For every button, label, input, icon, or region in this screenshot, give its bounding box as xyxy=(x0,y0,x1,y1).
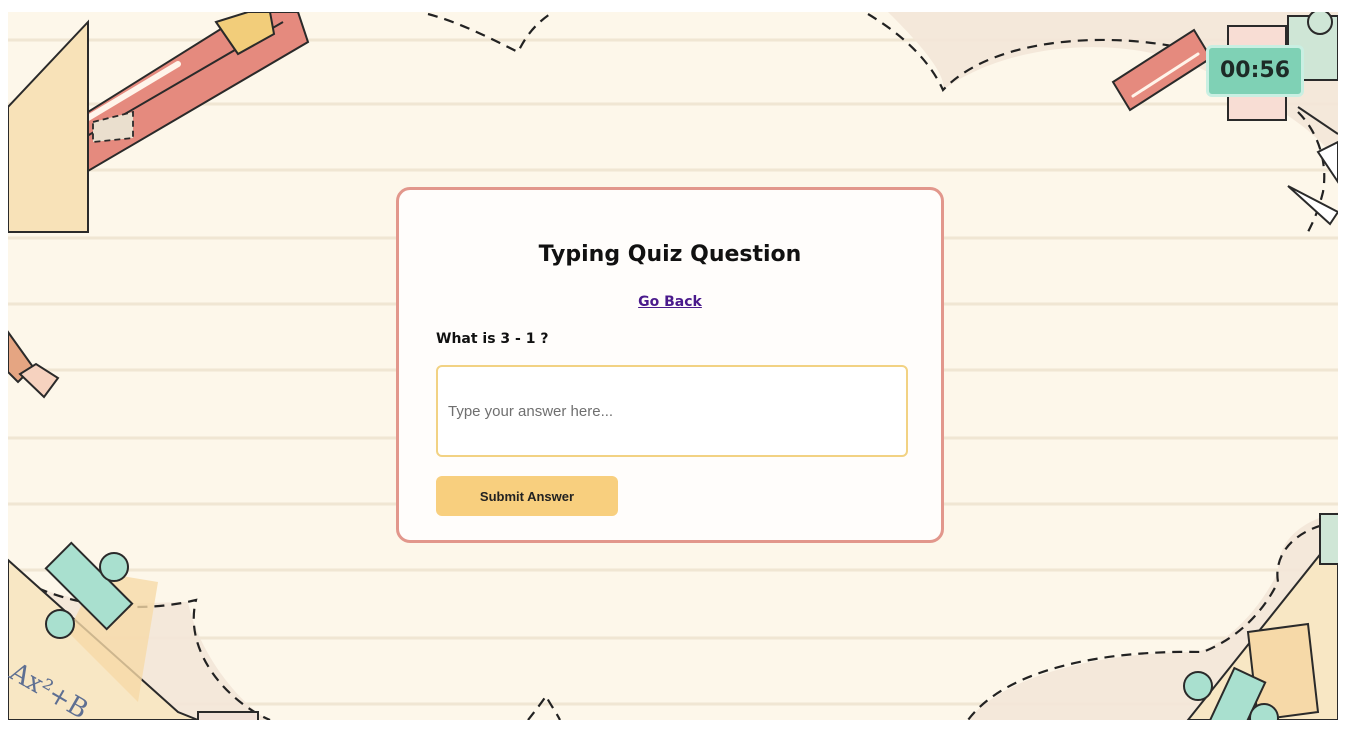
page-title: Typing Quiz Question xyxy=(538,242,802,267)
question-text: What is 3 - 1 ? xyxy=(436,331,549,347)
quiz-card: Typing Quiz Question Go Back What is 3 -… xyxy=(396,187,944,543)
submit-answer-button[interactable]: Submit Answer xyxy=(436,476,618,516)
go-back-link[interactable]: Go Back xyxy=(399,294,941,310)
small-pencil-left-illustration xyxy=(8,330,60,399)
triangle-ruler-illustration xyxy=(8,19,134,233)
quiz-page: Ax²+B 00:56 Typing Quiz Question Go Back… xyxy=(8,12,1338,720)
countdown-timer: 00:56 xyxy=(1206,45,1304,97)
answer-input[interactable] xyxy=(436,365,908,457)
